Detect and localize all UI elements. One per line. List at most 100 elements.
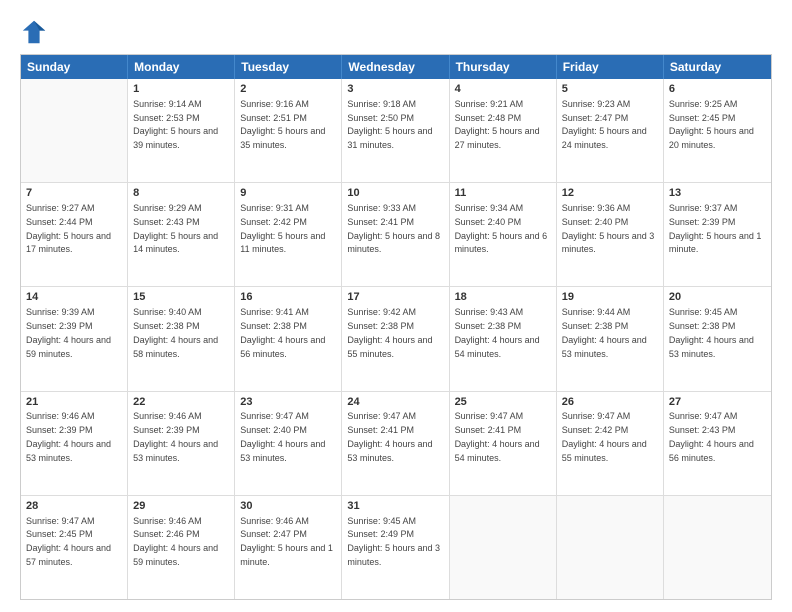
day-number: 30 — [240, 499, 336, 514]
calendar-cell: 19Sunrise: 9:44 AM Sunset: 2:38 PM Dayli… — [557, 287, 664, 390]
day-number: 29 — [133, 499, 229, 514]
calendar-cell: 9 Sunrise: 9:31 AM Sunset: 2:42 PM Daylig… — [235, 183, 342, 286]
day-number: 5 — [562, 82, 658, 97]
calendar-week-row: 7 Sunrise: 9:27 AM Sunset: 2:44 PM Daylig… — [21, 182, 771, 286]
calendar-header-day: Friday — [557, 55, 664, 79]
day-number: 1 — [133, 82, 229, 97]
day-number: 22 — [133, 395, 229, 410]
sun-info: Sunrise: 9:43 AM Sunset: 2:38 PM Dayligh… — [455, 307, 540, 358]
day-number: 25 — [455, 395, 551, 410]
sun-info: Sunrise: 9:14 AM Sunset: 2:53 PM Dayligh… — [133, 99, 218, 150]
calendar-week-row: 28Sunrise: 9:47 AM Sunset: 2:45 PM Dayli… — [21, 495, 771, 599]
calendar-cell: 15Sunrise: 9:40 AM Sunset: 2:38 PM Dayli… — [128, 287, 235, 390]
calendar-cell: 11 Sunrise: 9:34 AM Sunset: 2:40 PM Dayli… — [450, 183, 557, 286]
day-number: 23 — [240, 395, 336, 410]
day-number: 9 — [240, 186, 336, 201]
calendar-cell: 6 Sunrise: 9:25 AM Sunset: 2:45 PM Daylig… — [664, 79, 771, 182]
calendar-header-day: Sunday — [21, 55, 128, 79]
sun-info: Sunrise: 9:47 AM Sunset: 2:43 PM Dayligh… — [669, 411, 754, 462]
calendar-cell: 7 Sunrise: 9:27 AM Sunset: 2:44 PM Daylig… — [21, 183, 128, 286]
sun-info: Sunrise: 9:29 AM Sunset: 2:43 PM Dayligh… — [133, 203, 218, 254]
calendar-cell: 14 Sunrise: 9:39 AM Sunset: 2:39 PM Dayli… — [21, 287, 128, 390]
calendar-cell: 5 Sunrise: 9:23 AM Sunset: 2:47 PM Daylig… — [557, 79, 664, 182]
day-number: 21 — [26, 395, 122, 410]
sun-info: Sunrise: 9:47 AM Sunset: 2:40 PM Dayligh… — [240, 411, 325, 462]
calendar-cell: 2Sunrise: 9:16 AM Sunset: 2:51 PM Daylig… — [235, 79, 342, 182]
day-number: 8 — [133, 186, 229, 201]
sun-info: Sunrise: 9:34 AM Sunset: 2:40 PM Dayligh… — [455, 203, 548, 254]
sun-info: Sunrise: 9:46 AM Sunset: 2:46 PM Dayligh… — [133, 516, 218, 567]
calendar-cell: 18Sunrise: 9:43 AM Sunset: 2:38 PM Dayli… — [450, 287, 557, 390]
day-number: 10 — [347, 186, 443, 201]
sun-info: Sunrise: 9:46 AM Sunset: 2:39 PM Dayligh… — [133, 411, 218, 462]
sun-info: Sunrise: 9:45 AM Sunset: 2:49 PM Dayligh… — [347, 516, 440, 567]
day-number: 27 — [669, 395, 766, 410]
calendar-week-row: 1 Sunrise: 9:14 AM Sunset: 2:53 PM Daylig… — [21, 79, 771, 182]
day-number: 11 — [455, 186, 551, 201]
calendar-cell: 10Sunrise: 9:33 AM Sunset: 2:41 PM Dayli… — [342, 183, 449, 286]
calendar-cell: 22Sunrise: 9:46 AM Sunset: 2:39 PM Dayli… — [128, 392, 235, 495]
logo-icon — [20, 18, 48, 46]
logo — [20, 18, 52, 46]
day-number: 17 — [347, 290, 443, 305]
calendar-cell: 30 Sunrise: 9:46 AM Sunset: 2:47 PM Dayli… — [235, 496, 342, 599]
sun-info: Sunrise: 9:25 AM Sunset: 2:45 PM Dayligh… — [669, 99, 754, 150]
sun-info: Sunrise: 9:39 AM Sunset: 2:39 PM Dayligh… — [26, 307, 111, 358]
sun-info: Sunrise: 9:46 AM Sunset: 2:47 PM Dayligh… — [240, 516, 333, 567]
calendar-cell — [557, 496, 664, 599]
day-number: 3 — [347, 82, 443, 97]
calendar-cell: 1 Sunrise: 9:14 AM Sunset: 2:53 PM Daylig… — [128, 79, 235, 182]
calendar-cell: 17 Sunrise: 9:42 AM Sunset: 2:38 PM Dayli… — [342, 287, 449, 390]
day-number: 24 — [347, 395, 443, 410]
day-number: 26 — [562, 395, 658, 410]
calendar-cell: 29 Sunrise: 9:46 AM Sunset: 2:46 PM Dayli… — [128, 496, 235, 599]
sun-info: Sunrise: 9:46 AM Sunset: 2:39 PM Dayligh… — [26, 411, 111, 462]
day-number: 7 — [26, 186, 122, 201]
sun-info: Sunrise: 9:44 AM Sunset: 2:38 PM Dayligh… — [562, 307, 647, 358]
day-number: 12 — [562, 186, 658, 201]
sun-info: Sunrise: 9:45 AM Sunset: 2:38 PM Dayligh… — [669, 307, 754, 358]
sun-info: Sunrise: 9:47 AM Sunset: 2:41 PM Dayligh… — [347, 411, 432, 462]
calendar-week-row: 14 Sunrise: 9:39 AM Sunset: 2:39 PM Dayli… — [21, 286, 771, 390]
day-number: 20 — [669, 290, 766, 305]
sun-info: Sunrise: 9:18 AM Sunset: 2:50 PM Dayligh… — [347, 99, 432, 150]
calendar-cell: 3 Sunrise: 9:18 AM Sunset: 2:50 PM Daylig… — [342, 79, 449, 182]
calendar-header-day: Saturday — [664, 55, 771, 79]
calendar-header-day: Thursday — [450, 55, 557, 79]
day-number: 14 — [26, 290, 122, 305]
page: SundayMondayTuesdayWednesdayThursdayFrid… — [0, 0, 792, 612]
calendar-cell — [664, 496, 771, 599]
calendar-cell: 13 Sunrise: 9:37 AM Sunset: 2:39 PM Dayli… — [664, 183, 771, 286]
calendar-cell: 8 Sunrise: 9:29 AM Sunset: 2:43 PM Daylig… — [128, 183, 235, 286]
calendar-header-day: Wednesday — [342, 55, 449, 79]
sun-info: Sunrise: 9:47 AM Sunset: 2:42 PM Dayligh… — [562, 411, 647, 462]
sun-info: Sunrise: 9:36 AM Sunset: 2:40 PM Dayligh… — [562, 203, 655, 254]
calendar-cell: 12 Sunrise: 9:36 AM Sunset: 2:40 PM Dayli… — [557, 183, 664, 286]
sun-info: Sunrise: 9:47 AM Sunset: 2:45 PM Dayligh… — [26, 516, 111, 567]
sun-info: Sunrise: 9:23 AM Sunset: 2:47 PM Dayligh… — [562, 99, 647, 150]
calendar-header: SundayMondayTuesdayWednesdayThursdayFrid… — [21, 55, 771, 79]
sun-info: Sunrise: 9:42 AM Sunset: 2:38 PM Dayligh… — [347, 307, 432, 358]
sun-info: Sunrise: 9:16 AM Sunset: 2:51 PM Dayligh… — [240, 99, 325, 150]
day-number: 31 — [347, 499, 443, 514]
sun-info: Sunrise: 9:41 AM Sunset: 2:38 PM Dayligh… — [240, 307, 325, 358]
calendar-header-day: Monday — [128, 55, 235, 79]
calendar-cell: 26Sunrise: 9:47 AM Sunset: 2:42 PM Dayli… — [557, 392, 664, 495]
day-number: 16 — [240, 290, 336, 305]
sun-info: Sunrise: 9:37 AM Sunset: 2:39 PM Dayligh… — [669, 203, 762, 254]
calendar-cell: 25Sunrise: 9:47 AM Sunset: 2:41 PM Dayli… — [450, 392, 557, 495]
calendar-cell: 16 Sunrise: 9:41 AM Sunset: 2:38 PM Dayli… — [235, 287, 342, 390]
header — [20, 18, 772, 46]
calendar-cell: 31 Sunrise: 9:45 AM Sunset: 2:49 PM Dayli… — [342, 496, 449, 599]
day-number: 6 — [669, 82, 766, 97]
calendar-cell — [21, 79, 128, 182]
sun-info: Sunrise: 9:31 AM Sunset: 2:42 PM Dayligh… — [240, 203, 325, 254]
calendar-cell: 27Sunrise: 9:47 AM Sunset: 2:43 PM Dayli… — [664, 392, 771, 495]
calendar-cell — [450, 496, 557, 599]
calendar-cell: 28Sunrise: 9:47 AM Sunset: 2:45 PM Dayli… — [21, 496, 128, 599]
day-number: 13 — [669, 186, 766, 201]
sun-info: Sunrise: 9:47 AM Sunset: 2:41 PM Dayligh… — [455, 411, 540, 462]
calendar-week-row: 21Sunrise: 9:46 AM Sunset: 2:39 PM Dayli… — [21, 391, 771, 495]
sun-info: Sunrise: 9:27 AM Sunset: 2:44 PM Dayligh… — [26, 203, 111, 254]
calendar-body: 1 Sunrise: 9:14 AM Sunset: 2:53 PM Daylig… — [21, 79, 771, 599]
